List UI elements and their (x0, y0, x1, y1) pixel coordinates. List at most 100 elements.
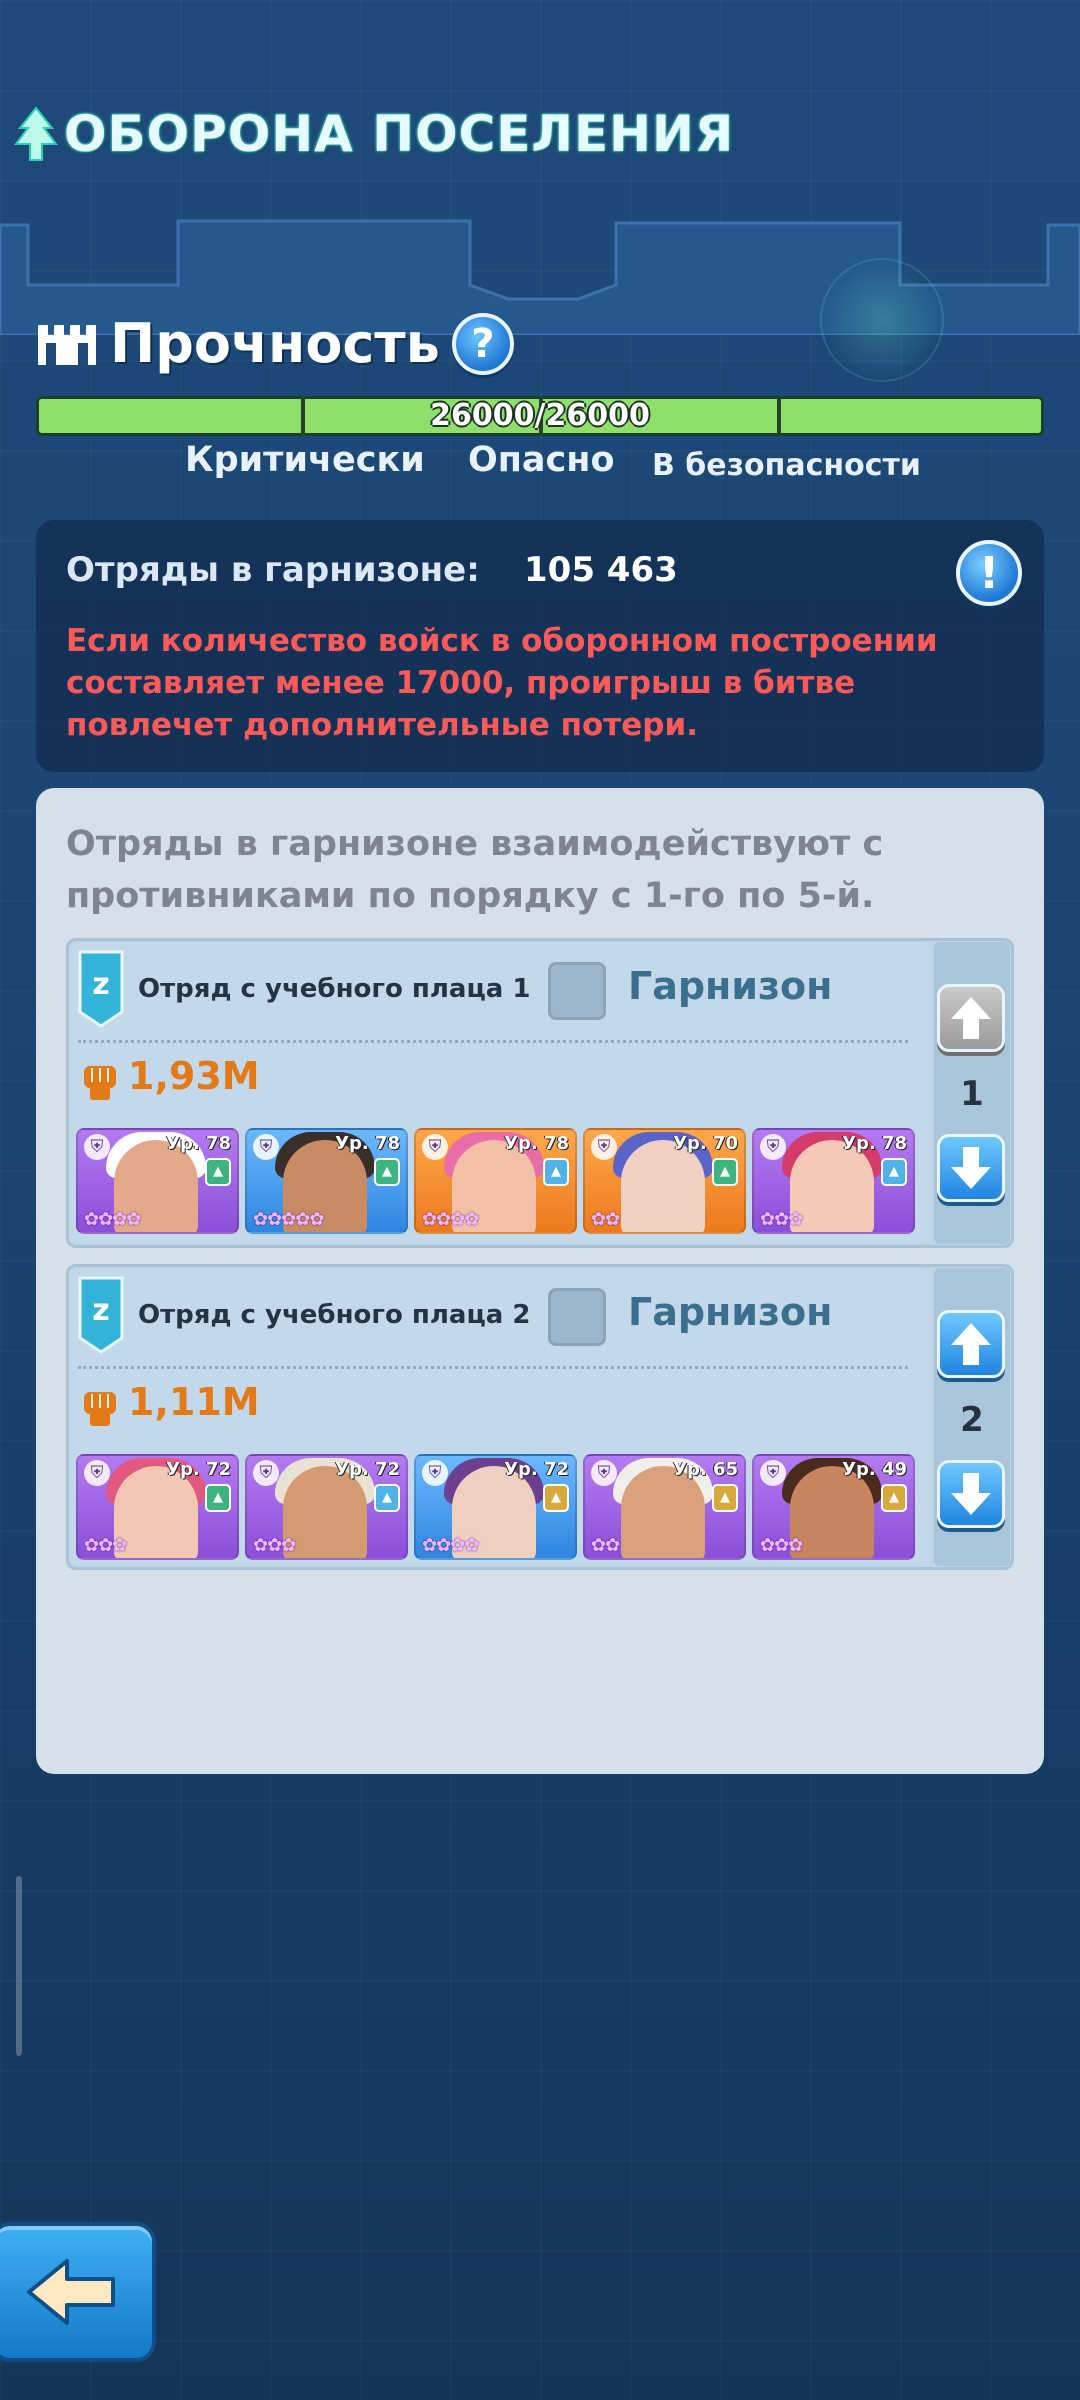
hero-card[interactable]: ⛨ Ур. 72 ▲ ✿✿✿ (76, 1454, 239, 1560)
squad-order-number: 1 (960, 1074, 984, 1114)
squad-order-number: 2 (960, 1400, 984, 1440)
exclamation-icon: ! (978, 547, 1000, 599)
shield-icon: ⛨ (760, 1134, 786, 1160)
fist-power-icon (84, 1066, 116, 1100)
sleep-z-icon: z (78, 1276, 124, 1354)
garrison-warning: Если количество войск в оборонном постро… (66, 623, 938, 743)
shield-icon: ⛨ (591, 1460, 617, 1486)
zone-label-critical: Критически (185, 440, 425, 480)
squad-list-panel: Отряды в гарнизоне взаимодействуют с про… (36, 788, 1044, 1774)
garrison-value: 105 463 (524, 550, 678, 590)
garrison-label: Отряды в гарнизоне: (66, 550, 480, 590)
shield-icon: ⛨ (84, 1460, 110, 1486)
help-button[interactable]: ? (451, 312, 514, 375)
garrison-checkbox[interactable] (548, 962, 606, 1020)
garrison-tag: Гарнизон (628, 964, 833, 1008)
element-icon: ▲ (374, 1158, 400, 1186)
hero-portrait (790, 1140, 874, 1232)
garrison-tag: Гарнизон (628, 1290, 833, 1334)
hero-stars: ✿✿✿ (84, 1535, 127, 1556)
hero-card[interactable]: ⛨ Ур. 70 ▲ ✿✿ (583, 1128, 746, 1234)
durability-header: Прочность ? (36, 312, 514, 375)
squad-power: 1,11M (128, 1380, 260, 1424)
hero-portrait (114, 1466, 198, 1558)
hero-stars: ✿✿✿✿✿ (253, 1209, 324, 1230)
hero-level: Ур. 78 (504, 1133, 569, 1154)
back-button[interactable] (0, 2222, 156, 2362)
squad-card[interactable]: z Отряд с учебного плаца 1 Гарнизон 1,93… (66, 938, 1014, 1248)
back-arrow-icon (27, 2259, 115, 2325)
move-down-button[interactable] (937, 1134, 1005, 1202)
hero-stars: ✿✿✿✿ (84, 1209, 141, 1230)
move-up-button[interactable] (937, 984, 1005, 1052)
question-icon: ? (471, 320, 495, 367)
hero-card[interactable]: ⛨ Ур. 49 ▲ ✿✿✿ (752, 1454, 915, 1560)
hero-level: Ур. 78 (335, 1133, 400, 1154)
squad-divider (78, 1366, 908, 1369)
hero-stars: ✿✿✿✿ (422, 1535, 479, 1556)
hero-card[interactable]: ⛨ Ур. 78 ▲ ✿✿✿✿✿ (245, 1128, 408, 1234)
durability-value: 26000/26000 (430, 398, 650, 433)
hero-card[interactable]: ⛨ Ур. 78 ▲ ✿✿✿✿ (414, 1128, 577, 1234)
hero-stars: ✿✿✿ (760, 1209, 803, 1230)
durability-label: Прочность (110, 312, 440, 375)
alert-info-button[interactable]: ! (956, 540, 1022, 606)
squad-order-controls: 2 (934, 1268, 1010, 1566)
arrow-up-icon (951, 997, 991, 1039)
hero-card[interactable]: ⛨ Ур. 78 ▲ ✿✿✿✿ (76, 1128, 239, 1234)
castle-icon (38, 324, 96, 365)
hero-level: Ур. 72 (504, 1459, 569, 1480)
squad-card[interactable]: z Отряд с учебного плаца 2 Гарнизон 1,11… (66, 1264, 1014, 1570)
arrow-down-icon (951, 1147, 991, 1189)
hero-card[interactable]: ⛨ Ур. 72 ▲ ✿✿✿ (245, 1454, 408, 1560)
svg-text:z: z (92, 967, 109, 1002)
hero-portrait (621, 1466, 705, 1558)
squad-name: Отряд с учебного плаца 2 (138, 1300, 531, 1330)
glow-orb-decoration (820, 258, 944, 382)
element-icon: ▲ (205, 1484, 231, 1512)
hero-portrait (790, 1466, 874, 1558)
hero-row: ⛨ Ур. 78 ▲ ✿✿✿✿ ⛨ Ур. 78 ▲ ✿✿✿✿✿ ⛨ Ур. 7… (76, 1128, 915, 1234)
garrison-checkbox[interactable] (548, 1288, 606, 1346)
element-icon: ▲ (543, 1484, 569, 1512)
squad-main-area: z Отряд с учебного плаца 2 Гарнизон 1,11… (70, 1268, 930, 1566)
element-icon: ▲ (712, 1158, 738, 1186)
garrison-info-panel: Отряды в гарнизоне: 105 463 ! Если колич… (36, 520, 1044, 772)
hero-stars: ✿✿✿ (760, 1535, 803, 1556)
move-up-button[interactable] (937, 1310, 1005, 1378)
hero-stars: ✿✿ (591, 1535, 620, 1556)
hero-level: Ур. 78 (166, 1133, 231, 1154)
pine-tree-icon (14, 106, 58, 161)
arrow-down-icon (951, 1473, 991, 1515)
squad-power: 1,93M (128, 1054, 260, 1098)
move-down-button[interactable] (937, 1460, 1005, 1528)
hero-card[interactable]: ⛨ Ур. 72 ▲ ✿✿✿✿ (414, 1454, 577, 1560)
squad-name: Отряд с учебного плаца 1 (138, 974, 531, 1004)
page-title-text: ОБОРОНА ПОСЕЛЕНИЯ (64, 105, 735, 163)
zone-label-danger: Опасно (468, 440, 615, 480)
element-icon: ▲ (205, 1158, 231, 1186)
hero-level: Ур. 70 (673, 1133, 738, 1154)
shield-icon: ⛨ (253, 1134, 279, 1160)
scrollbar[interactable] (16, 1876, 22, 2056)
durability-bar: 26000/26000 (36, 396, 1044, 436)
hero-level: Ур. 65 (673, 1459, 738, 1480)
element-icon: ▲ (712, 1484, 738, 1512)
hero-level: Ур. 72 (335, 1459, 400, 1480)
hero-level: Ур. 72 (166, 1459, 231, 1480)
hero-stars: ✿✿✿✿ (422, 1209, 479, 1230)
hero-card[interactable]: ⛨ Ур. 78 ▲ ✿✿✿ (752, 1128, 915, 1234)
hero-level: Ур. 78 (842, 1133, 907, 1154)
element-icon: ▲ (881, 1484, 907, 1512)
hero-card[interactable]: ⛨ Ур. 65 ▲ ✿✿ (583, 1454, 746, 1560)
hero-portrait (621, 1140, 705, 1232)
shield-icon: ⛨ (253, 1460, 279, 1486)
sleep-z-icon: z (78, 950, 124, 1028)
hero-stars: ✿✿✿ (253, 1535, 296, 1556)
hero-level: Ур. 49 (842, 1459, 907, 1480)
shield-icon: ⛨ (422, 1460, 448, 1486)
squad-main-area: z Отряд с учебного плаца 1 Гарнизон 1,93… (70, 942, 930, 1244)
zone-label-safe: В безопасности (652, 448, 921, 483)
squad-divider (78, 1040, 908, 1043)
shield-icon: ⛨ (591, 1134, 617, 1160)
